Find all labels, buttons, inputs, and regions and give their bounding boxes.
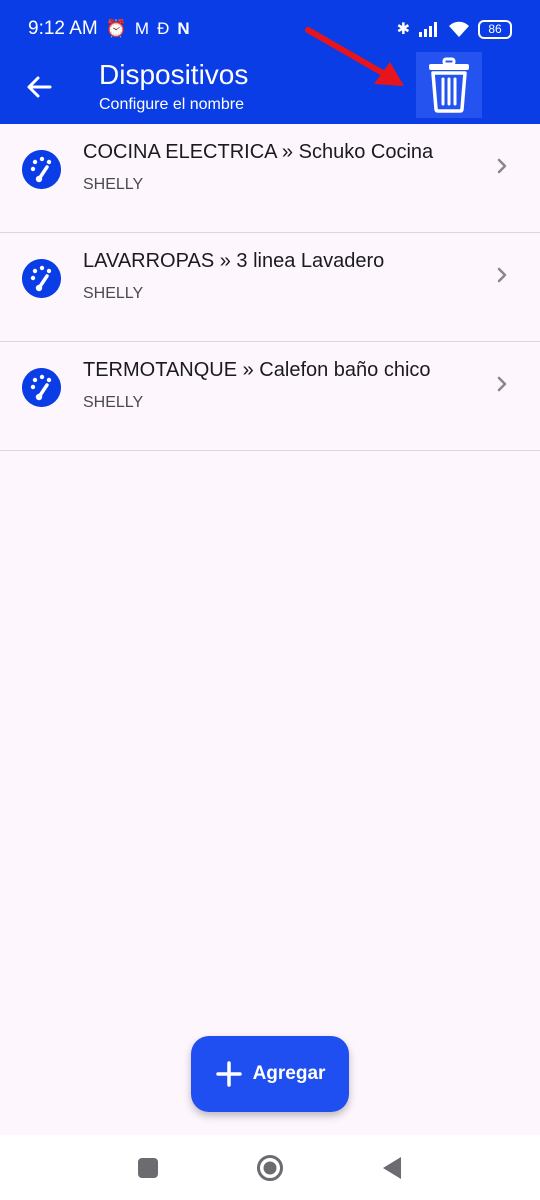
chevron-right-icon bbox=[497, 267, 507, 283]
recents-icon[interactable] bbox=[137, 1157, 159, 1179]
app-d-icon: Ð bbox=[157, 19, 170, 38]
device-list: COCINA ELECTRICA » Schuko Cocina SHELLY … bbox=[0, 124, 540, 451]
device-brand: SHELLY bbox=[83, 176, 144, 193]
app-bar: Dispositivos Configure el nombre bbox=[0, 52, 540, 124]
system-nav-bar bbox=[0, 1135, 540, 1200]
device-title: TERMOTANQUE » Calefon baño chico bbox=[83, 359, 431, 381]
trash-icon bbox=[429, 57, 469, 113]
device-brand: SHELLY bbox=[83, 394, 144, 411]
plus-icon bbox=[215, 1061, 242, 1087]
page-title: Dispositivos bbox=[99, 59, 249, 90]
signal-icon bbox=[419, 22, 437, 37]
arrow-back-icon bbox=[27, 76, 52, 98]
home-icon[interactable] bbox=[256, 1154, 284, 1182]
back-nav-icon[interactable] bbox=[381, 1156, 403, 1180]
device-title: LAVARROPAS » 3 linea Lavadero bbox=[83, 250, 385, 272]
device-row[interactable]: TERMOTANQUE » Calefon baño chico SHELLY bbox=[0, 342, 540, 451]
device-brand: SHELLY bbox=[83, 285, 144, 302]
gmail-icon: M bbox=[134, 19, 150, 38]
annotation-arrow bbox=[305, 27, 404, 86]
add-device-button[interactable]: Agregar bbox=[191, 1036, 349, 1112]
wifi-icon bbox=[449, 21, 469, 37]
netflix-icon: N bbox=[177, 19, 190, 38]
status-bar: 9:12 AM ⏰ M Ð N ✱ 86 bbox=[0, 0, 540, 58]
back-button[interactable] bbox=[22, 70, 56, 104]
chevron-right-icon bbox=[497, 376, 507, 392]
gauge-icon bbox=[22, 259, 61, 298]
page-subtitle: Configure el nombre bbox=[99, 96, 244, 113]
device-title: COCINA ELECTRICA » Schuko Cocina bbox=[83, 141, 434, 163]
status-time: 9:12 AM bbox=[28, 18, 98, 39]
gauge-icon bbox=[22, 368, 61, 407]
device-row[interactable]: LAVARROPAS » 3 linea Lavadero SHELLY bbox=[0, 233, 540, 342]
delete-button[interactable] bbox=[416, 52, 482, 118]
device-row[interactable]: COCINA ELECTRICA » Schuko Cocina SHELLY bbox=[0, 124, 540, 233]
chevron-right-icon bbox=[497, 158, 507, 174]
add-device-label: Agregar bbox=[252, 1063, 326, 1084]
alarm-icon: ⏰ bbox=[105, 19, 127, 38]
gauge-icon bbox=[22, 150, 61, 189]
battery-indicator: 86 bbox=[478, 19, 512, 39]
